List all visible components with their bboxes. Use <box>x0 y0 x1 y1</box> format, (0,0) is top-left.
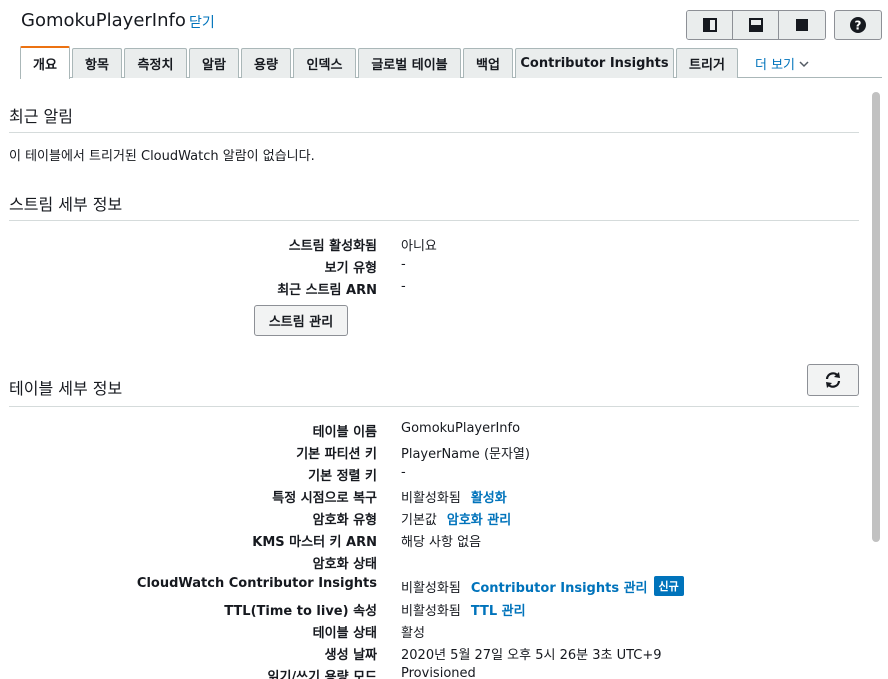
manage-contributor-insights-link[interactable]: Contributor Insights 관리 <box>471 577 648 596</box>
full-icon <box>796 19 808 31</box>
creation-date-label: 생성 날짜 <box>324 648 377 663</box>
table-status-label: 테이블 상태 <box>312 626 377 641</box>
tab-items[interactable]: 항목 <box>72 48 122 78</box>
refresh-button[interactable] <box>807 364 859 396</box>
enable-pitr-link[interactable]: 활성화 <box>471 487 507 506</box>
tab-overview[interactable]: 개요 <box>20 46 70 79</box>
pitr-value: 비활성화됨 활성화 <box>401 487 507 506</box>
view-type-value: - <box>401 257 406 272</box>
contributor-insights-label: CloudWatch Contributor Insights <box>136 576 377 591</box>
capacity-mode-label: 읽기/쓰기 용량 모드 <box>267 670 377 679</box>
creation-date-value: 2020년 5월 27일 오후 5시 26분 3초 UTC+9 <box>401 648 662 663</box>
view-type-label: 보기 유형 <box>324 261 377 276</box>
table-status-value: 활성 <box>401 626 425 641</box>
manage-encryption-link[interactable]: 암호화 관리 <box>447 509 511 528</box>
partition-key-value: PlayerName (문자열) <box>401 447 530 462</box>
close-link[interactable]: 닫기 <box>189 12 215 32</box>
refresh-icon <box>825 372 841 388</box>
partition-key-label: 기본 파티션 키 <box>296 447 377 462</box>
table-section-title: 테이블 세부 정보 <box>9 379 123 398</box>
view-toggle-group <box>686 10 826 40</box>
tab-indexes[interactable]: 인덱스 <box>293 48 356 78</box>
more-tabs-label: 더 보기 <box>755 58 796 73</box>
tab-backups[interactable]: 백업 <box>463 48 513 78</box>
tab-triggers[interactable]: 트리거 <box>676 48 738 78</box>
svg-text:?: ? <box>855 19 862 33</box>
encryption-type-label: 암호화 유형 <box>312 513 377 528</box>
stream-enabled-label: 스트림 활성화됨 <box>288 239 377 254</box>
divider <box>9 406 859 407</box>
encryption-type-value: 기본값 암호화 관리 <box>401 509 511 528</box>
split-vertical-button[interactable] <box>687 11 733 39</box>
help-button[interactable]: ? <box>834 10 882 40</box>
stream-section-title: 스트림 세부 정보 <box>9 195 123 214</box>
capacity-mode-value: Provisioned <box>401 666 476 679</box>
table-name-value: GomokuPlayerInfo <box>401 421 521 436</box>
sort-key-label: 기본 정렬 키 <box>308 469 377 484</box>
chevron-down-icon <box>799 60 809 67</box>
divider <box>9 132 859 133</box>
content-panel: 최근 알림 이 테이블에서 트리거된 CloudWatch 알람이 없습니다. … <box>0 79 870 679</box>
tab-contributor-insights[interactable]: Contributor Insights <box>515 48 674 78</box>
manage-ttl-link[interactable]: TTL 관리 <box>471 600 526 619</box>
table-name-label: 테이블 이름 <box>312 425 377 440</box>
contributor-insights-value: 비활성화됨 Contributor Insights 관리 신규 <box>401 576 684 596</box>
latest-stream-arn-value: - <box>401 279 406 294</box>
kms-key-arn-value: 해당 사항 없음 <box>401 535 482 550</box>
split-horizontal-button[interactable] <box>733 11 779 39</box>
latest-stream-arn-label: 최근 스트림 ARN <box>277 283 377 298</box>
kms-key-arn-label: KMS 마스터 키 ARN <box>252 535 377 550</box>
header: GomokuPlayerInfo 닫기 ? <box>0 0 888 46</box>
alarms-section-title: 최근 알림 <box>9 107 73 126</box>
tab-alarms[interactable]: 알람 <box>189 48 239 78</box>
sort-key-value: - <box>401 465 406 480</box>
scrollbar[interactable] <box>872 92 880 542</box>
split-horizontal-icon <box>748 18 763 32</box>
tab-bar: 개요 항목 측정치 알람 용량 인덱스 글로벌 테이블 백업 Contribut… <box>20 46 882 79</box>
stream-enabled-value: 아니요 <box>401 239 437 254</box>
full-view-button[interactable] <box>779 11 825 39</box>
divider <box>9 220 859 221</box>
more-tabs-dropdown[interactable]: 더 보기 <box>755 54 809 73</box>
alarms-empty-note: 이 테이블에서 트리거된 CloudWatch 알람이 없습니다. <box>9 149 315 164</box>
new-badge: 신규 <box>653 576 684 596</box>
split-vertical-icon <box>702 18 717 32</box>
encryption-status-label: 암호화 상태 <box>312 557 377 572</box>
tab-metrics[interactable]: 측정치 <box>124 48 187 78</box>
ttl-label: TTL(Time to live) 속성 <box>224 604 377 619</box>
tab-global-tables[interactable]: 글로벌 테이블 <box>358 48 461 78</box>
tab-capacity[interactable]: 용량 <box>241 48 291 78</box>
page-title: GomokuPlayerInfo <box>21 10 186 31</box>
ttl-value: 비활성화됨 TTL 관리 <box>401 600 526 619</box>
help-icon: ? <box>850 17 866 33</box>
pitr-label: 특정 시점으로 복구 <box>272 491 377 506</box>
manage-stream-button[interactable]: 스트림 관리 <box>254 305 348 336</box>
